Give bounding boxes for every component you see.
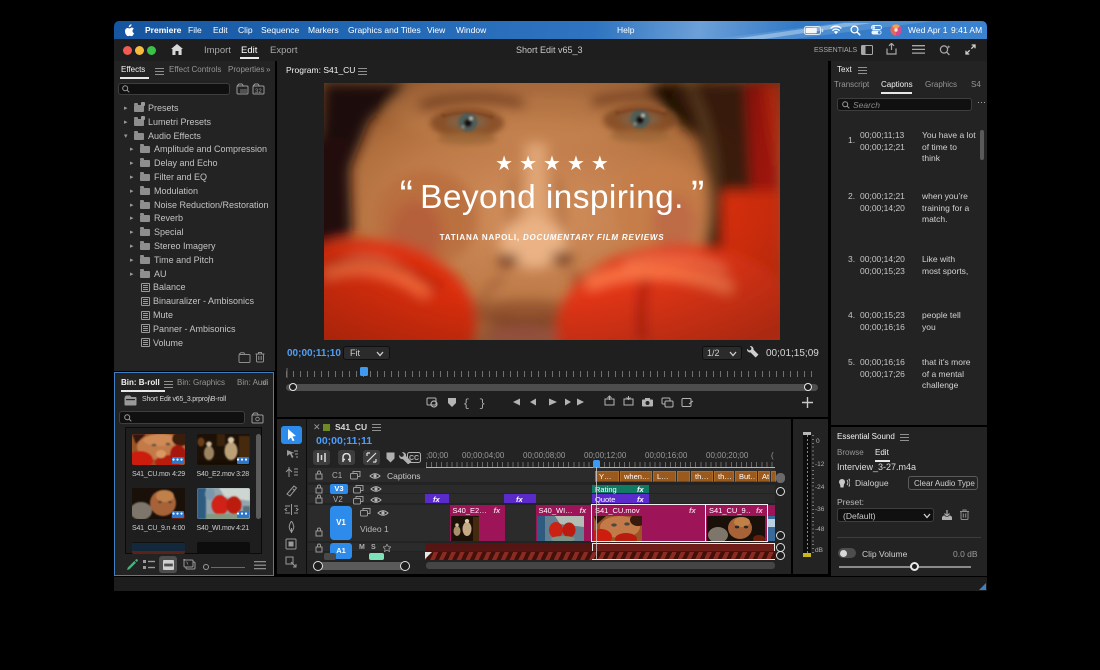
svg-text:}: }: [479, 399, 486, 411]
svg-text:32: 32: [255, 89, 262, 95]
svg-text:CC: CC: [409, 455, 419, 462]
svg-text:{: {: [463, 399, 470, 411]
